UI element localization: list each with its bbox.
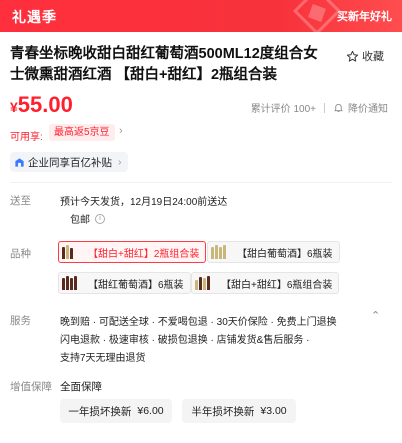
insurance-option-name: 半年损坏换新	[191, 405, 255, 418]
variant-option[interactable]: 【甜白葡萄酒】6瓶装	[207, 241, 340, 263]
price-value: 55.00	[17, 92, 73, 117]
delivery-estimate[interactable]: 预计今天发货，12月19日24:00前送达	[60, 193, 227, 208]
enterprise-icon	[15, 157, 24, 167]
coupon-tag[interactable]: 最高返5京豆	[49, 124, 115, 141]
coupon-label: 可用享:	[10, 132, 43, 143]
review-count[interactable]: 累计评价 100+	[251, 100, 316, 115]
insurance-label: 增值保障	[10, 381, 52, 393]
chevron-right-icon[interactable]: ›	[119, 125, 123, 137]
banner-title: 礼遇季	[12, 9, 57, 25]
service-label: 服务	[10, 315, 31, 327]
favorite-label: 收藏	[362, 51, 384, 63]
product-thumbnail	[62, 276, 82, 290]
star-icon	[346, 50, 359, 62]
insurance-option[interactable]: 一年损坏换新 ¥6.00	[60, 399, 172, 423]
variant-option-label: 【甜红葡萄酒】6瓶装	[88, 279, 184, 291]
shipping-label: 送至	[10, 195, 31, 207]
price-drop-notify[interactable]: 降价通知	[348, 100, 388, 115]
price: ¥55.00	[10, 92, 73, 118]
info-icon[interactable]: i	[95, 213, 105, 224]
chevron-right-icon: ›	[118, 156, 122, 168]
variant-option-label: 【甜白葡萄酒】6瓶装	[237, 248, 333, 260]
subsidy-button[interactable]: 企业同享百亿补贴 ›	[10, 152, 128, 172]
insurance-option[interactable]: 半年损坏换新 ¥3.00	[182, 399, 296, 423]
divider	[324, 102, 325, 113]
variant-option-label: 【甜白+甜红】2瓶组合装	[88, 248, 200, 260]
bell-icon	[334, 103, 343, 113]
product-thumbnail	[211, 245, 231, 259]
divider	[10, 182, 392, 183]
variant-label: 品种	[10, 248, 31, 260]
insurance-option-price: ¥6.00	[137, 405, 164, 417]
product-title: 青春坐标晚收甜白甜红葡萄酒500ML12度组合女士微熏甜酒红酒 【甜白+甜红】2…	[10, 46, 318, 83]
variant-option[interactable]: 【甜白+甜红】6瓶组合装	[191, 272, 340, 294]
free-shipping-label: 包邮	[70, 215, 90, 226]
promo-banner: 礼遇季 买新年好礼	[0, 0, 402, 32]
price-currency: ¥	[10, 99, 18, 115]
variant-option-label: 【甜白+甜红】6瓶组合装	[221, 279, 333, 291]
insurance-option-price: ¥3.00	[260, 405, 287, 417]
variant-option[interactable]: 【甜红葡萄酒】6瓶装	[58, 272, 191, 294]
chevron-up-icon[interactable]: ⌃	[371, 309, 380, 322]
insurance-option-name: 一年损坏换新	[68, 405, 132, 418]
favorite-button[interactable]: 收藏	[346, 48, 384, 64]
product-thumbnail	[62, 245, 82, 259]
service-line: 闪电退款 · 极速审核 · 破损包退换 · 店铺发货&售后服务 ·	[60, 335, 310, 346]
price-meta: 累计评价 100+ 降价通知	[251, 100, 388, 115]
service-line: 晚到赔 · 可配送全球 · 不爱喝包退 · 30天价保险 · 免费上门退换	[60, 317, 337, 328]
insurance-title: 全面保障	[60, 381, 102, 393]
banner-slogan: 买新年好礼	[337, 11, 392, 23]
free-shipping: 包邮 i	[70, 211, 105, 226]
subsidy-label: 企业同享百亿补贴	[28, 156, 112, 169]
variant-option[interactable]: 【甜白+甜红】2瓶组合装	[58, 241, 207, 263]
product-thumbnail	[195, 276, 215, 290]
service-line: 支持7天无理由退货	[60, 353, 146, 364]
